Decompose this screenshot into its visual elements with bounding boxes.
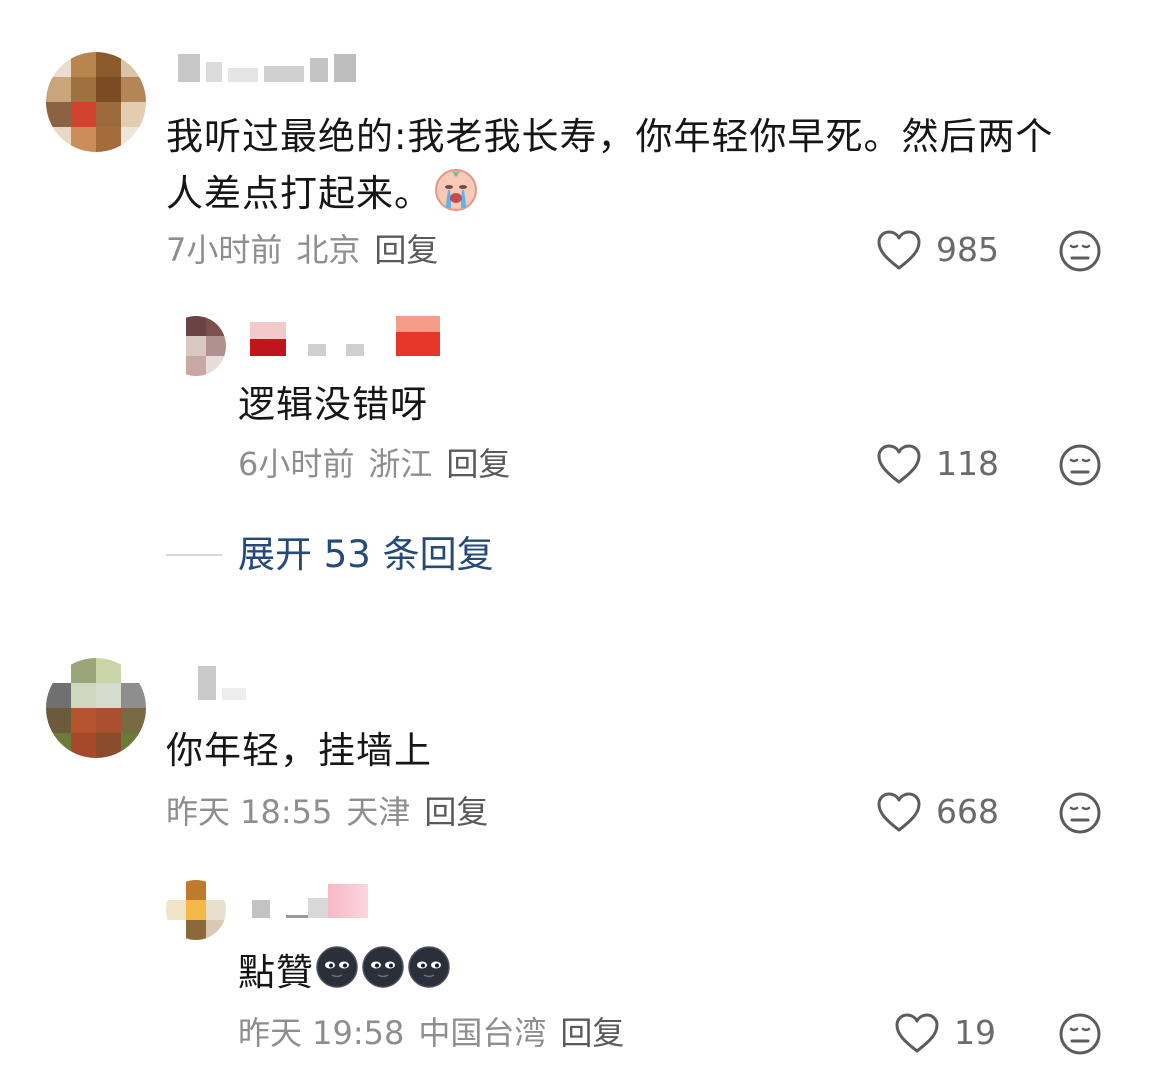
avatar[interactable] [166, 880, 226, 940]
reply-location: 中国台湾 [418, 1014, 547, 1052]
reply-button[interactable]: 回复 [374, 230, 438, 270]
heart-outline-icon [877, 230, 921, 270]
comment-time: 7小时前 [166, 231, 283, 269]
avatar[interactable] [46, 52, 146, 152]
like-count: 118 [936, 444, 999, 483]
expand-replies-label: 展开 53 条回复 [238, 533, 494, 576]
comment-time: 昨天 18:55 [166, 793, 333, 831]
reply-button[interactable]: 回复 [446, 444, 510, 484]
like-count: 19 [954, 1013, 996, 1052]
username-redacted[interactable] [178, 48, 356, 82]
like-count: 985 [936, 230, 999, 269]
avatar[interactable] [166, 316, 226, 376]
heart-outline-icon [895, 1013, 939, 1053]
like-button[interactable]: 985 [876, 228, 999, 272]
neutral-face-icon [1059, 230, 1101, 272]
dark-moon-face-emoji [406, 944, 452, 1005]
neutral-face-icon [1059, 444, 1101, 486]
comment-text: 我听过最绝的:我老我长寿，你年轻你早死。然后两个 人差点打起来。 [166, 110, 1126, 227]
reply-text: 逻辑没错呀 [238, 383, 428, 426]
comment-text: 你年轻，挂墙上 [166, 729, 432, 772]
username-redacted[interactable] [198, 666, 246, 700]
crying-baby-emoji [432, 164, 480, 227]
reply-meta: 6小时前 浙江 回复 [238, 444, 510, 484]
reply-button[interactable]: 回复 [560, 1013, 624, 1053]
reply-time: 昨天 19:58 [238, 1014, 405, 1052]
reply-meta: 昨天 19:58 中国台湾 回复 [238, 1013, 624, 1053]
like-button[interactable]: 668 [876, 790, 999, 834]
dislike-button[interactable] [1058, 1012, 1102, 1056]
comment-location: 北京 [296, 231, 361, 269]
dislike-button[interactable] [1058, 443, 1102, 487]
heart-outline-icon [877, 792, 921, 832]
username-redacted[interactable] [252, 884, 368, 918]
like-button[interactable]: 19 [894, 1011, 996, 1055]
username-redacted[interactable] [250, 316, 440, 356]
reply-location: 浙江 [368, 445, 433, 483]
comment-meta: 昨天 18:55 天津 回复 [166, 792, 488, 832]
neutral-face-icon [1059, 1013, 1101, 1055]
dark-moon-face-emoji [360, 944, 406, 1005]
avatar[interactable] [46, 658, 146, 758]
reply-time: 6小时前 [238, 445, 355, 483]
reply-text: 點贊 [238, 944, 452, 1005]
dark-moon-face-emoji [314, 944, 360, 1005]
comment-location: 天津 [346, 793, 411, 831]
expand-replies-button[interactable]: 展开 53 条回复 [166, 530, 494, 580]
heart-outline-icon [877, 444, 921, 484]
dislike-button[interactable] [1058, 791, 1102, 835]
like-button[interactable]: 118 [876, 442, 999, 486]
like-count: 668 [936, 792, 999, 831]
neutral-face-icon [1059, 792, 1101, 834]
comment-meta: 7小时前 北京 回复 [166, 230, 438, 270]
reply-button[interactable]: 回复 [424, 792, 488, 832]
dislike-button[interactable] [1058, 229, 1102, 273]
expand-divider [166, 554, 222, 556]
